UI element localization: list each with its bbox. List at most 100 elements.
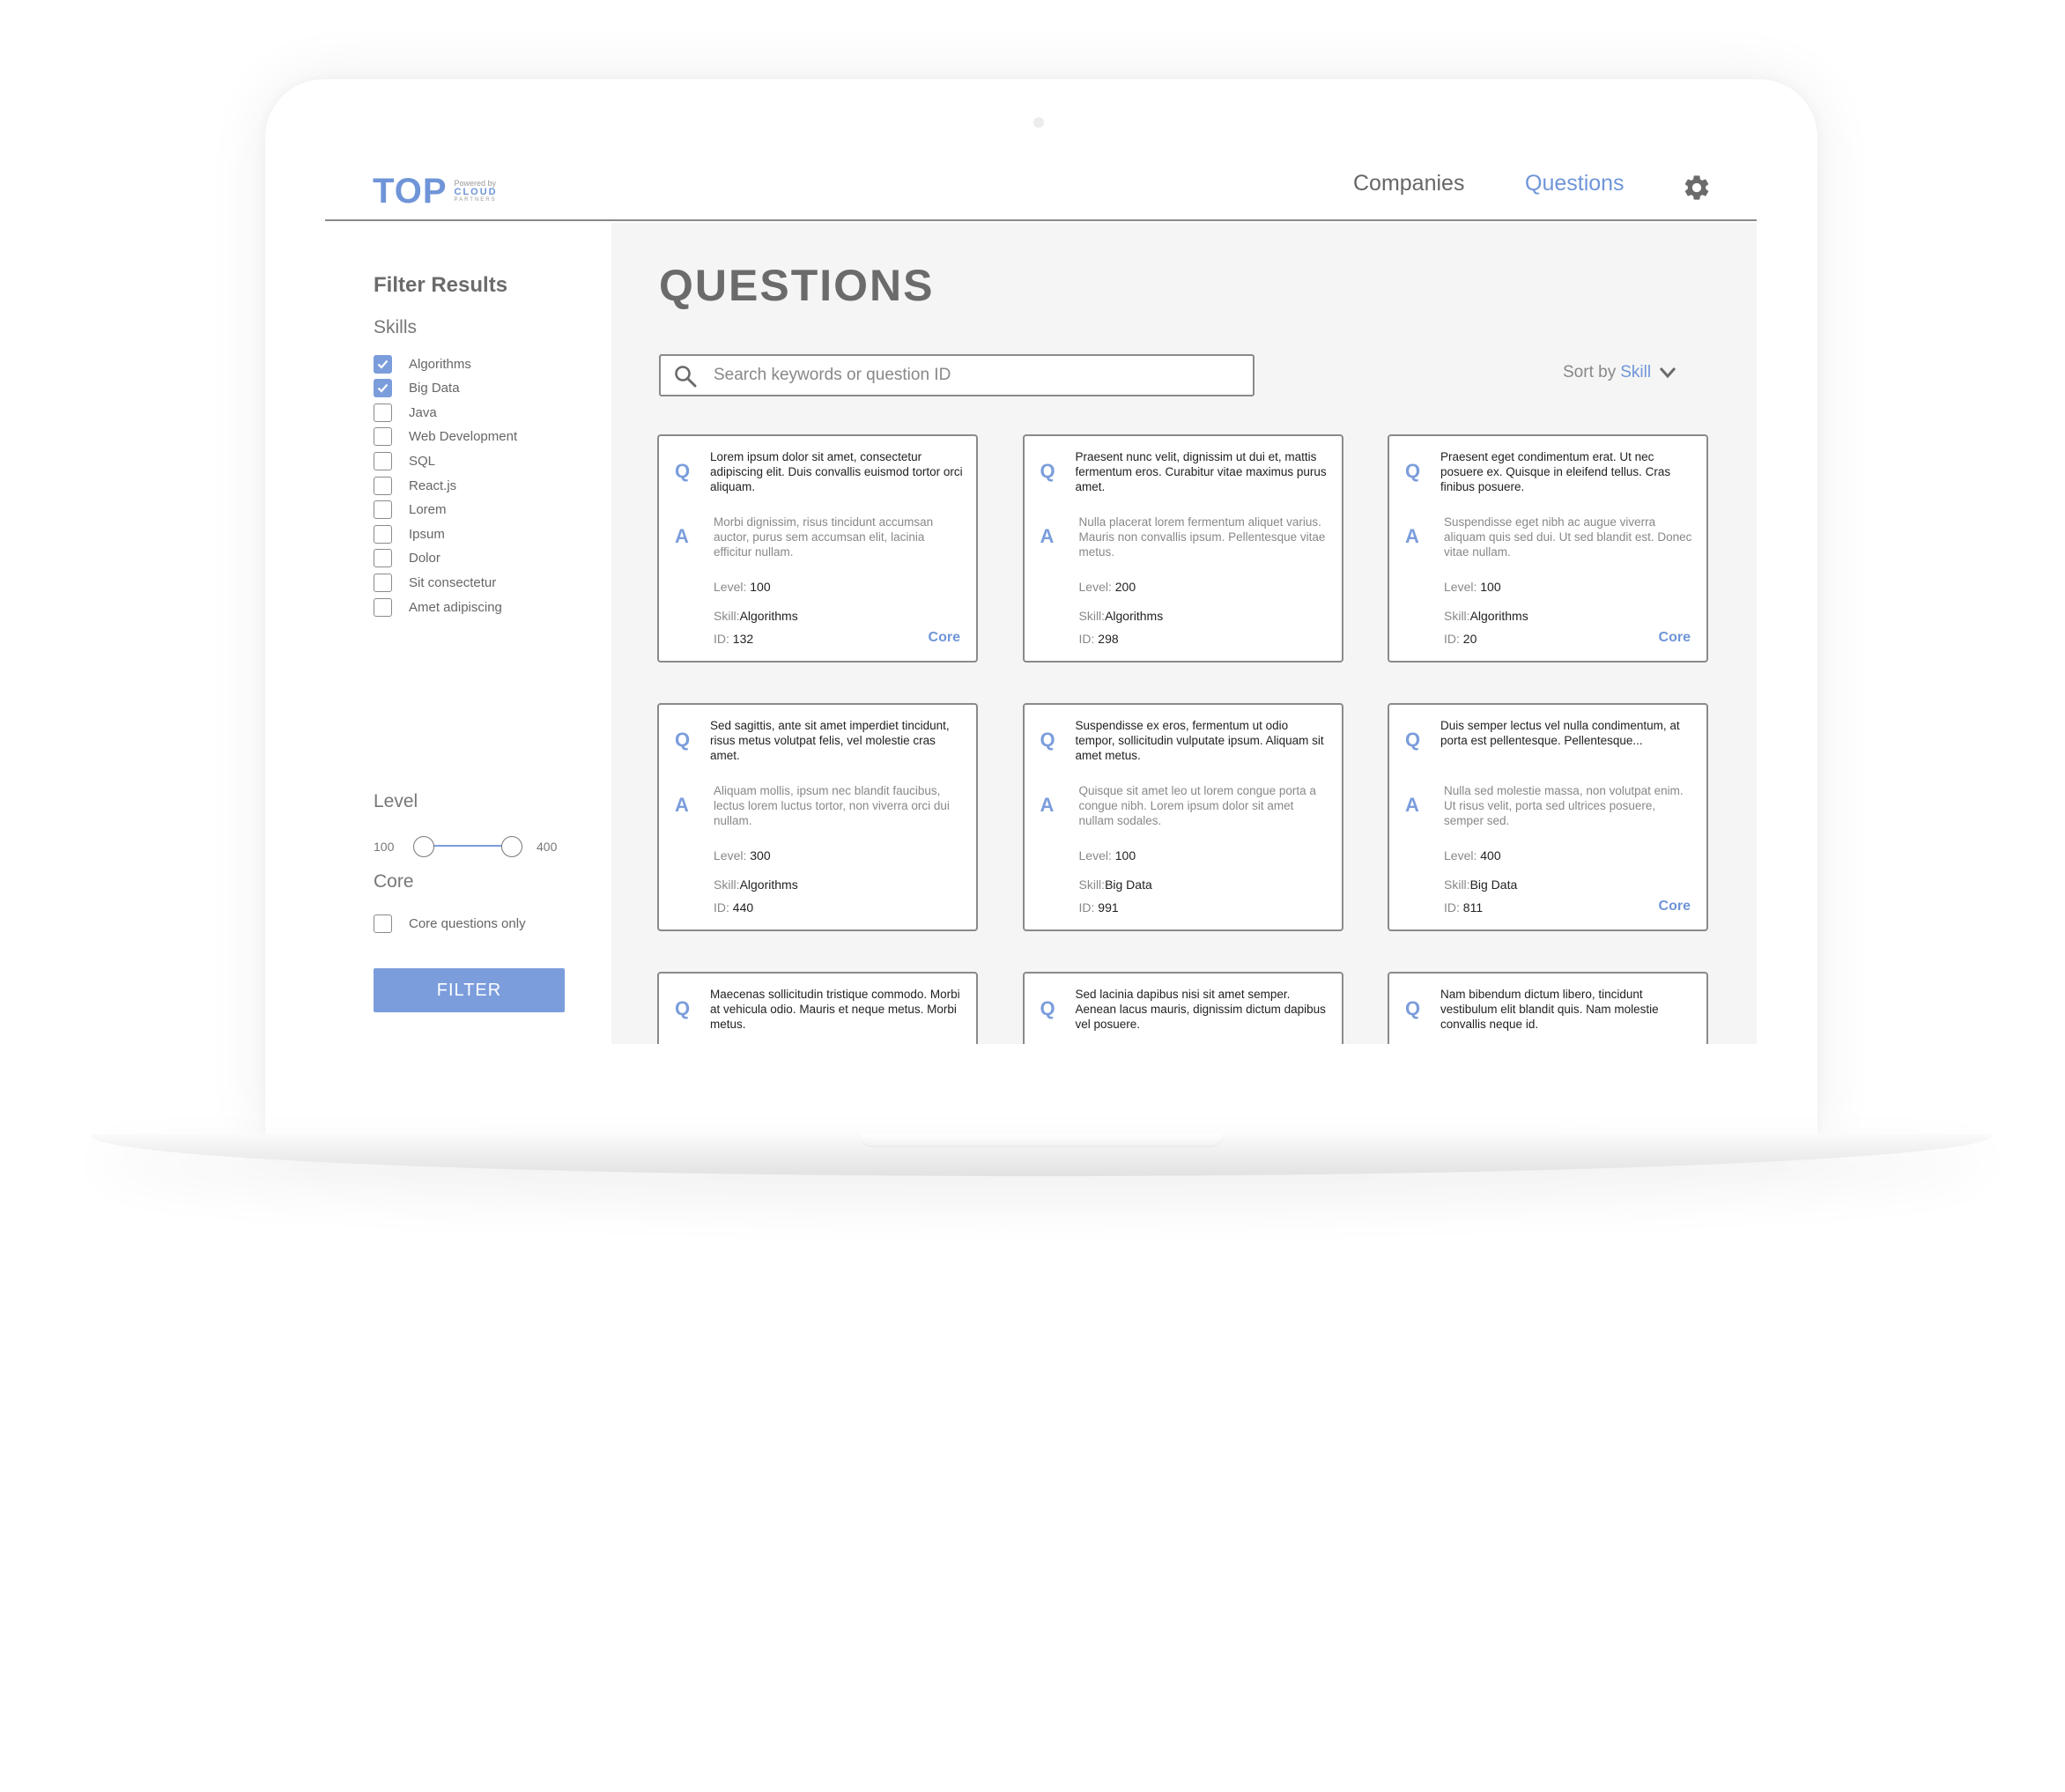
logo-brand-sub: PARTNERS [454, 197, 497, 203]
id-value: 298 [1098, 632, 1119, 646]
question-card[interactable]: Q Nam bibendum dictum libero, tincidunt v… [1388, 972, 1708, 1044]
card-level: Level: 100 [1079, 848, 1136, 863]
skill-label: SQL [409, 453, 436, 469]
search-box[interactable] [659, 354, 1255, 396]
skill-label: Java [409, 404, 437, 420]
skill-value: Algorithms [739, 609, 798, 623]
id-key: ID: [1444, 632, 1460, 646]
filter-sidebar: Filter Results Skills Algorithms Big Data… [325, 223, 611, 1044]
level-key: Level: [1444, 848, 1477, 863]
page-title: QUESTIONS [659, 261, 935, 310]
filter-title: Filter Results [374, 273, 508, 297]
answer-text: Nulla sed molestie massa, non volutpat e… [1444, 784, 1684, 827]
skill-option[interactable]: Amet adipiscing [374, 597, 502, 617]
skill-checkbox[interactable] [374, 476, 392, 495]
id-key: ID: [1078, 900, 1095, 915]
skill-checkbox[interactable] [374, 549, 392, 568]
answer-marker: A [675, 794, 689, 816]
laptop-notch [859, 1134, 1224, 1147]
question-text: Praesent nunc velit, dignissim ut dui et… [1075, 450, 1327, 493]
card-level: Level: 400 [1444, 848, 1501, 863]
skill-checkbox[interactable] [374, 500, 392, 520]
answer-text: Suspendisse eget nibh ac augue viverra a… [1444, 515, 1692, 559]
skill-option[interactable]: Big Data [374, 379, 460, 398]
question-marker: Q [1040, 997, 1055, 1019]
answer-marker: A [1405, 794, 1419, 816]
card-skill: Skill: Algorithms [714, 606, 798, 626]
skill-option[interactable]: Lorem [374, 500, 447, 520]
question-marker: Q [1405, 997, 1421, 1019]
skill-option[interactable]: SQL [374, 451, 435, 470]
skill-checkbox[interactable] [374, 427, 392, 447]
skill-checkbox[interactable] [374, 403, 392, 422]
core-only-checkbox[interactable] [374, 915, 392, 933]
skill-checkbox[interactable] [374, 379, 392, 398]
level-max-value: 400 [537, 840, 558, 854]
question-card[interactable]: Q Sed lacinia dapibus nisi sit amet sempe… [1022, 972, 1343, 1044]
question-text: Praesent eget condimentum erat. Ut nec p… [1440, 450, 1671, 493]
id-key: ID: [1078, 632, 1095, 646]
gear-icon[interactable] [1682, 173, 1712, 203]
skill-checkbox[interactable] [374, 354, 392, 374]
question-card[interactable]: Q Maecenas sollicitudin tristique commodo… [657, 972, 978, 1044]
level-min-handle[interactable] [413, 836, 434, 857]
card-id: ID: 20 [1444, 632, 1477, 646]
skill-checkbox[interactable] [374, 451, 392, 470]
id-key: ID: [714, 632, 729, 646]
question-text: Maecenas sollicitudin tristique commodo.… [710, 988, 960, 1031]
card-id: ID: 298 [1079, 632, 1119, 646]
sort-dropdown[interactable]: Sort by Skill [1563, 363, 1676, 382]
logo[interactable]: TOP Powered by CLOUD PARTNERS [373, 169, 498, 213]
question-card[interactable]: Q Lorem ipsum dolor sit amet, consectetur… [657, 434, 978, 663]
skill-key: Skill: [714, 609, 740, 623]
card-skill: Skill: Algorithms [1079, 606, 1164, 626]
level-key: Level: [714, 848, 747, 863]
skill-checkbox[interactable] [374, 597, 392, 617]
question-card[interactable]: Q Sed sagittis, ante sit amet imperdiet t… [657, 703, 978, 931]
skill-option[interactable]: Sit consectetur [374, 573, 496, 592]
skill-label: Lorem [409, 502, 447, 518]
card-skill: Skill: Algorithms [714, 875, 798, 894]
question-card[interactable]: Q Praesent eget condimentum erat. Ut nec … [1388, 434, 1708, 663]
skill-checkbox[interactable] [374, 573, 392, 592]
skill-option[interactable]: Java [374, 403, 437, 422]
sort-value: Skill [1620, 363, 1652, 381]
answer-text: Nulla placerat lorem fermentum aliquet v… [1078, 515, 1326, 559]
question-marker: Q [1040, 460, 1055, 482]
core-only-option[interactable]: Core questions only [374, 915, 526, 933]
top-nav: TOP Powered by CLOUD PARTNERS Companies … [325, 159, 1757, 221]
level-value: 100 [1480, 580, 1501, 594]
id-key: ID: [714, 900, 729, 915]
question-text: Suspendisse ex eros, fermentum ut odio t… [1075, 719, 1324, 762]
skill-checkbox[interactable] [374, 524, 392, 544]
search-input[interactable] [714, 363, 1233, 388]
answer-marker: A [675, 525, 689, 547]
question-marker: Q [675, 729, 691, 751]
skill-option[interactable]: Ipsum [374, 524, 445, 544]
filter-button[interactable]: FILTER [374, 968, 565, 1012]
core-label: Core [374, 871, 414, 892]
level-max-handle[interactable] [501, 836, 522, 857]
skills-label: Skills [374, 317, 418, 337]
skill-value: Algorithms [1469, 609, 1528, 623]
question-text: Duis semper lectus vel nulla condimentum… [1440, 719, 1680, 747]
question-marker: Q [1405, 729, 1421, 751]
question-text: Nam bibendum dictum libero, tincidunt ve… [1440, 988, 1659, 1031]
question-card[interactable]: Q Praesent nunc velit, dignissim ut dui e… [1022, 434, 1343, 663]
skill-option[interactable]: Algorithms [374, 354, 471, 374]
nav-companies[interactable]: Companies [1353, 171, 1464, 196]
skill-label: Amet adipiscing [409, 599, 502, 615]
skill-option[interactable]: Web Development [374, 427, 517, 447]
skill-label: Ipsum [409, 526, 445, 542]
skill-key: Skill: [1444, 877, 1470, 892]
skill-option[interactable]: Dolor [374, 549, 440, 568]
level-value: 400 [1480, 848, 1501, 863]
id-value: 811 [1462, 900, 1484, 915]
id-value: 440 [732, 900, 754, 915]
question-card[interactable]: Q Suspendisse ex eros, fermentum ut odio … [1022, 703, 1343, 931]
skill-option[interactable]: React.js [374, 476, 456, 495]
nav-questions[interactable]: Questions [1525, 171, 1625, 196]
core-only-label: Core questions only [409, 916, 526, 931]
question-text: Sed sagittis, ante sit amet imperdiet ti… [710, 719, 950, 762]
question-card[interactable]: Q Duis semper lectus vel nulla condimentu… [1388, 703, 1708, 931]
